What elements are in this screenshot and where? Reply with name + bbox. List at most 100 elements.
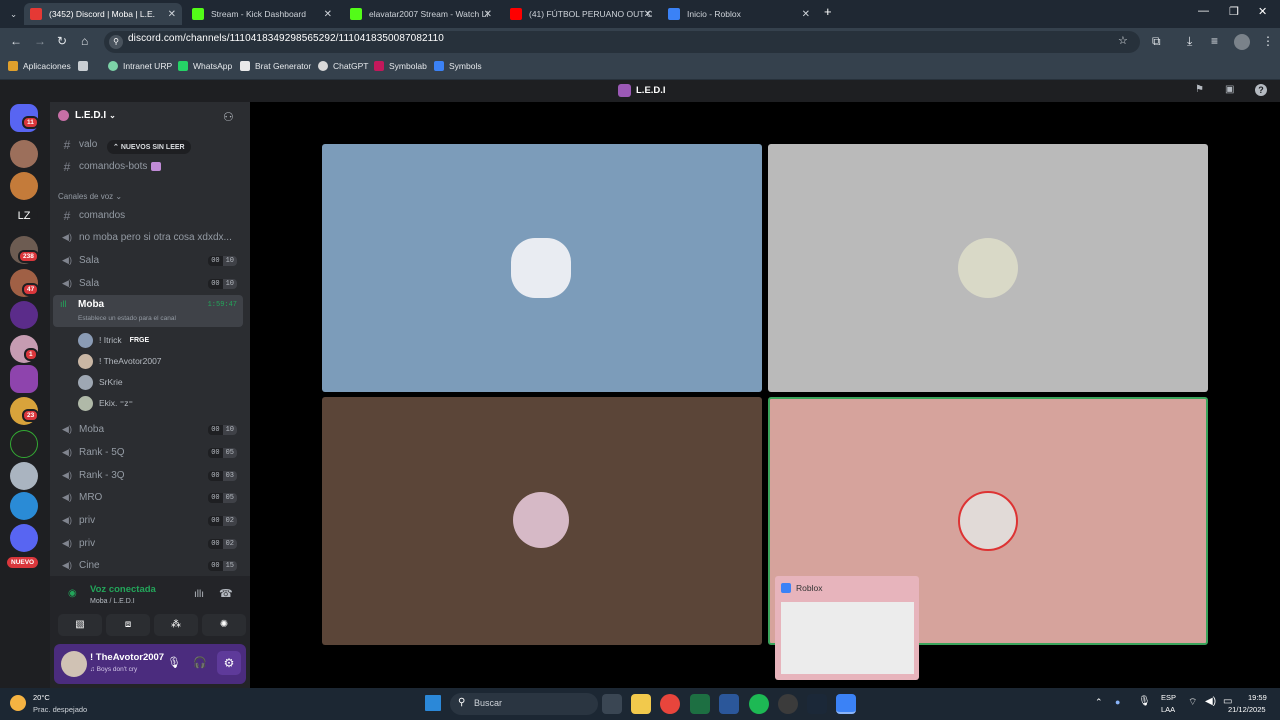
- noise-suppression-icon[interactable]: ıllı: [194, 589, 204, 600]
- bookmark-grid[interactable]: [78, 61, 93, 71]
- back-icon[interactable]: ←: [10, 34, 22, 48]
- word-icon[interactable]: [719, 694, 739, 714]
- spotify-icon[interactable]: [749, 694, 769, 714]
- flag-icon[interactable]: ⚑: [1195, 84, 1204, 95]
- channel-cine[interactable]: ◀) Cine 00 15: [53, 555, 243, 576]
- youtube-favicon-icon: [510, 8, 522, 20]
- windows-start-icon[interactable]: [425, 695, 441, 711]
- channel-comandos[interactable]: # comandos: [53, 205, 243, 226]
- bookmark-symbolab[interactable]: Symbolab: [374, 61, 427, 71]
- minimize-icon[interactable]: —: [1198, 5, 1209, 17]
- menu-icon[interactable]: ⋮: [1262, 34, 1274, 48]
- microphone-icon[interactable]: 🎙: [167, 656, 181, 669]
- extensions-icon[interactable]: ⧉: [1152, 34, 1161, 49]
- channel-rank-5q[interactable]: ◀) Rank - 5Q 00 05: [53, 442, 243, 463]
- server-icon[interactable]: [10, 492, 38, 520]
- bookmark-star-icon[interactable]: ☆: [1118, 34, 1128, 47]
- microphone-tray-icon[interactable]: 🎙: [1138, 696, 1151, 707]
- close-tab-icon[interactable]: ✕: [802, 9, 810, 20]
- reload-icon[interactable]: ↻: [57, 34, 67, 48]
- disconnect-icon[interactable]: ☎: [219, 587, 233, 600]
- server-icon[interactable]: [10, 462, 38, 490]
- voice-category[interactable]: Canales de voz ⌄: [58, 192, 122, 201]
- channel-sala[interactable]: ◀) Sala 00 10: [53, 273, 243, 294]
- participant-tile[interactable]: [322, 144, 762, 392]
- voice-member[interactable]: Ekix. ⁼z⁼: [78, 393, 133, 413]
- channel-no-moba[interactable]: ◀) no moba pero si otra cosa xdxdx...: [53, 227, 243, 248]
- tab-discord[interactable]: (3452) Discord | Moba | L.E. ✕: [24, 3, 182, 25]
- headphones-icon[interactable]: 🎧: [193, 656, 207, 669]
- steam-icon[interactable]: [807, 694, 827, 714]
- channel-priv[interactable]: ◀) priv 00 02: [53, 533, 243, 554]
- obs-icon[interactable]: [778, 694, 798, 714]
- tab-youtube[interactable]: (41) FÚTBOL PERUANO OUT OF ✕: [504, 3, 658, 25]
- download-icon[interactable]: ⤓: [1187, 34, 1192, 49]
- tab-roblox[interactable]: Inicio - Roblox ✕: [662, 3, 816, 25]
- settings-gear-icon[interactable]: ⚙: [217, 651, 241, 675]
- discord-icon[interactable]: [10, 524, 38, 552]
- volume-icon[interactable]: ◀): [1205, 696, 1216, 707]
- excel-icon[interactable]: [690, 694, 710, 714]
- bookmark-intranet[interactable]: Intranet URP: [108, 61, 172, 71]
- bookmark-symbols[interactable]: Symbols: [434, 61, 482, 71]
- participant-tile[interactable]: [768, 144, 1208, 392]
- tab-list-button[interactable]: ⌄: [4, 3, 18, 25]
- active-channel-moba[interactable]: ıll Moba 1:59:47 Establece un estado par…: [53, 295, 243, 327]
- task-view-icon[interactable]: [602, 694, 622, 714]
- voice-member[interactable]: ! Itrick FRGE: [78, 330, 149, 350]
- bookmark-whatsapp[interactable]: WhatsApp: [178, 61, 232, 71]
- taskbar-search[interactable]: ⚲ Buscar: [450, 693, 598, 715]
- tray-app-icon[interactable]: ●: [1115, 697, 1120, 707]
- channel-mro[interactable]: ◀) MRO 00 05: [53, 487, 243, 508]
- video-off-icon[interactable]: ▧: [58, 614, 102, 636]
- roblox-window-preview[interactable]: Roblox: [775, 576, 919, 680]
- server-icon[interactable]: [10, 430, 38, 458]
- wifi-icon[interactable]: ⌔: [1188, 696, 1197, 709]
- participant-tile[interactable]: [322, 397, 762, 645]
- bookmark-apps[interactable]: Aplicaciones: [8, 61, 71, 71]
- site-info-icon[interactable]: ⚲: [109, 35, 123, 49]
- voice-member[interactable]: SrKrie: [78, 372, 123, 392]
- channel-priv[interactable]: ◀) priv 00 02: [53, 510, 243, 531]
- bookmark-chatgpt[interactable]: ChatGPT: [318, 61, 368, 71]
- server-lz-icon[interactable]: LZ: [10, 202, 38, 230]
- forward-icon[interactable]: →: [34, 34, 46, 48]
- new-tab-icon[interactable]: +: [824, 4, 832, 19]
- profile-avatar[interactable]: [1234, 34, 1250, 50]
- channel-moba[interactable]: ◀) Moba 00 10: [53, 419, 243, 440]
- user-avatar[interactable]: [61, 651, 87, 677]
- roblox-taskbar-icon[interactable]: [836, 694, 856, 714]
- maximize-icon[interactable]: ❐: [1229, 5, 1239, 18]
- invite-people-icon[interactable]: ⚇: [223, 110, 234, 124]
- voice-member[interactable]: ! TheAvotor2007: [78, 351, 162, 371]
- channel-sala[interactable]: ◀) Sala 00 10: [53, 250, 243, 271]
- screen-share-icon[interactable]: ⧈: [106, 614, 150, 636]
- speaker-icon: ◀): [62, 278, 72, 288]
- unread-pill[interactable]: ⌃ NUEVOS SIN LEER: [107, 140, 191, 154]
- close-tab-icon[interactable]: ✕: [168, 9, 176, 20]
- playlist-icon[interactable]: ≡: [1211, 34, 1218, 48]
- close-tab-icon[interactable]: ✕: [644, 9, 652, 20]
- server-icon[interactable]: [10, 140, 38, 168]
- channel-rank-3q[interactable]: ◀) Rank - 3Q 00 03: [53, 465, 243, 486]
- bookmark-brat[interactable]: Brat Generator: [240, 61, 311, 71]
- inbox-icon[interactable]: ▣: [1225, 84, 1234, 95]
- close-tab-icon[interactable]: ✕: [324, 9, 332, 20]
- file-explorer-icon[interactable]: [631, 694, 651, 714]
- close-tab-icon[interactable]: ✕: [484, 9, 492, 20]
- chrome-icon[interactable]: [660, 694, 680, 714]
- server-header[interactable]: L.E.D.I ⌄: [58, 110, 116, 121]
- server-ledi-icon[interactable]: [10, 365, 38, 393]
- help-icon[interactable]: ?: [1255, 84, 1267, 96]
- tab-kick-dashboard[interactable]: Stream - Kick Dashboard ✕: [186, 3, 338, 25]
- close-window-icon[interactable]: ✕: [1258, 5, 1267, 18]
- home-icon[interactable]: ⌂: [81, 34, 88, 48]
- soundboard-icon[interactable]: ✺: [202, 614, 246, 636]
- server-icon[interactable]: [10, 301, 38, 329]
- channel-comandos-bots[interactable]: # comandos-bots: [53, 156, 243, 177]
- activities-icon[interactable]: ⁂: [154, 614, 198, 636]
- tab-kick-watch[interactable]: elavatar2007 Stream - Watch Li ✕: [344, 3, 498, 25]
- brat-icon: [240, 61, 250, 71]
- server-icon[interactable]: [10, 172, 38, 200]
- chevron-up-icon[interactable]: ⌃: [1095, 697, 1103, 708]
